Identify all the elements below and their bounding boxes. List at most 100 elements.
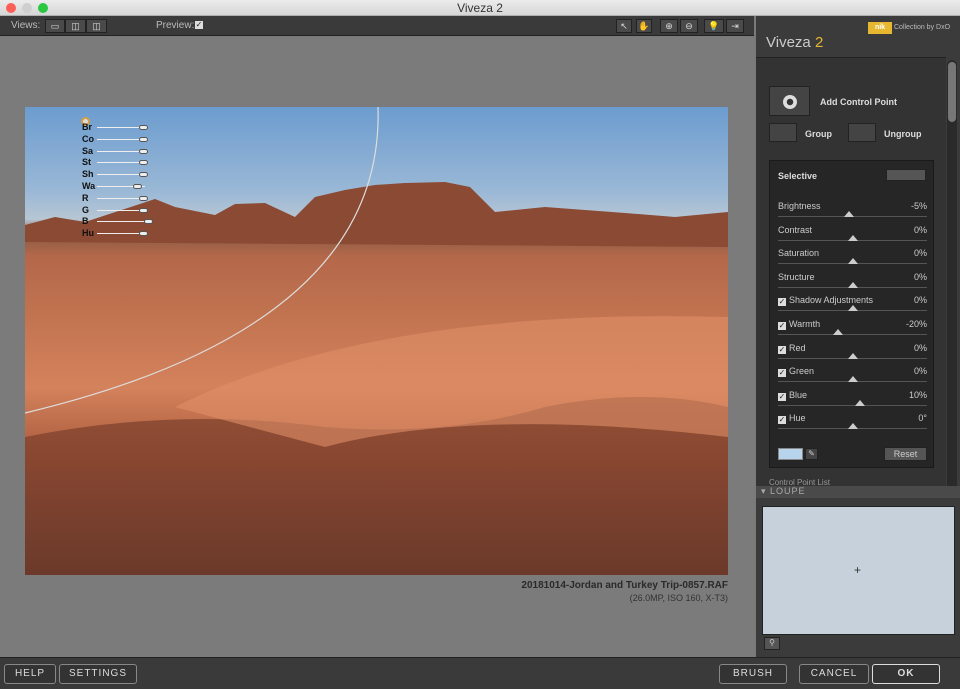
- photo-preview[interactable]: Br Co Sa St Sh Wa R G B Hu: [25, 107, 728, 575]
- slider-thumb[interactable]: [847, 305, 858, 312]
- overlay-slider-knob[interactable]: [144, 219, 153, 225]
- hand-tool-icon[interactable]: ✋: [636, 19, 652, 33]
- slider-checkbox[interactable]: ✓: [778, 416, 786, 425]
- slider-hue[interactable]: ✓ Hue 0°: [778, 411, 927, 435]
- slider-track[interactable]: [778, 334, 927, 335]
- slider-checkbox[interactable]: ✓: [778, 345, 786, 354]
- overlay-slider-knob[interactable]: [139, 125, 148, 130]
- zoom-in-icon[interactable]: ⊕: [660, 19, 678, 33]
- slider-thumb[interactable]: [847, 234, 858, 241]
- overlay-label: Sh: [82, 169, 94, 180]
- overlay-slider-track[interactable]: [97, 221, 145, 223]
- slider-checkbox[interactable]: ✓: [778, 322, 786, 330]
- slider-thumb[interactable]: [847, 376, 858, 383]
- slider-label-text: Structure: [778, 271, 815, 282]
- slider-warmth[interactable]: ✓ Warmth -20%: [778, 317, 927, 341]
- overlay-slider-track[interactable]: [97, 174, 145, 176]
- overlay-slider-knob[interactable]: [139, 195, 148, 201]
- reset-button[interactable]: Reset: [884, 447, 927, 461]
- background-color-icon[interactable]: 💡: [704, 19, 724, 33]
- window-title: Viveza 2: [457, 1, 503, 15]
- single-view-button[interactable]: ▭: [45, 19, 65, 33]
- zoom-out-icon[interactable]: ⊖: [680, 19, 698, 33]
- help-button[interactable]: HELP: [4, 664, 56, 684]
- overlay-slider-knob[interactable]: [133, 184, 142, 189]
- slider-label-text: Hue: [789, 413, 806, 424]
- brand-text: Collection by DxO: [894, 24, 951, 31]
- sidebar-scrollbar[interactable]: [947, 60, 957, 490]
- slider-brightness[interactable]: Brightness -5%: [778, 199, 927, 223]
- scrollbar-thumb[interactable]: [948, 62, 956, 122]
- overlay-slider-track[interactable]: [97, 209, 145, 211]
- slider-label: Contrast: [778, 225, 812, 235]
- slider-thumb[interactable]: [847, 423, 858, 430]
- preview-label: Preview:: [156, 20, 195, 31]
- slider-thumb[interactable]: [855, 399, 865, 406]
- overlay-label: Co: [82, 133, 94, 144]
- overlay-slider-track[interactable]: [97, 150, 145, 152]
- overlay-slider-knob[interactable]: [139, 136, 148, 142]
- slider-track[interactable]: [778, 404, 927, 406]
- overlay-slider-knob[interactable]: [139, 231, 148, 237]
- fit-screen-icon[interactable]: ⇥: [726, 19, 744, 33]
- slider-shadow-adjustments[interactable]: ✓ Shadow Adjustments 0%: [778, 293, 927, 317]
- slider-thumb[interactable]: [832, 329, 843, 335]
- slider-blue[interactable]: ✓ Blue 10%: [778, 388, 927, 412]
- slider-checkbox[interactable]: ✓: [778, 392, 786, 401]
- slider-contrast[interactable]: Contrast 0%: [778, 223, 927, 247]
- overlay-slider-track[interactable]: [97, 138, 145, 140]
- settings-button[interactable]: SETTINGS: [59, 664, 137, 684]
- slider-value: 0%: [913, 224, 927, 235]
- ungroup-button[interactable]: [848, 123, 876, 142]
- control-point-list-header[interactable]: Control Point List: [769, 478, 830, 485]
- product-name: Viveza: [766, 34, 811, 51]
- ungroup-label: Ungroup: [884, 129, 922, 139]
- slider-label: ✓ Warmth: [778, 319, 820, 330]
- copy-paste-buttons[interactable]: [886, 169, 926, 181]
- slider-value: 0°: [918, 413, 927, 424]
- slider-saturation[interactable]: Saturation 0%: [778, 246, 927, 270]
- overlay-slider-track[interactable]: [97, 162, 145, 164]
- title-bar: Viveza 2: [0, 0, 960, 16]
- brush-button[interactable]: BRUSH: [719, 664, 787, 684]
- slider-checkbox[interactable]: ✓: [778, 298, 786, 307]
- overlay-slider-knob[interactable]: [139, 207, 148, 213]
- group-button[interactable]: [769, 123, 797, 142]
- group-label: Group: [805, 129, 832, 139]
- slider-thumb[interactable]: [847, 258, 858, 265]
- overlay-slider-knob[interactable]: [139, 172, 148, 178]
- image-canvas[interactable]: Br Co Sa St Sh Wa R G B Hu 20181014-Jordan and Tu…: [0, 37, 754, 657]
- slider-thumb[interactable]: [847, 281, 858, 288]
- minimize-button[interactable]: [22, 3, 32, 13]
- cancel-button[interactable]: CANCEL: [799, 664, 869, 684]
- slider-green[interactable]: ✓ Green 0%: [778, 364, 927, 388]
- zoom-button[interactable]: [38, 3, 48, 13]
- eyedropper-icon[interactable]: ✎: [805, 448, 818, 460]
- slider-thumb[interactable]: [847, 352, 858, 359]
- slider-structure[interactable]: Structure 0%: [778, 270, 927, 294]
- slider-value: 0%: [913, 248, 927, 259]
- add-control-point-button[interactable]: [769, 86, 810, 116]
- slider-checkbox[interactable]: ✓: [778, 369, 786, 378]
- preview-checkbox[interactable]: ✓: [195, 21, 203, 29]
- select-tool-icon[interactable]: ↖: [616, 19, 632, 33]
- slider-red[interactable]: ✓ Red 0%: [778, 341, 927, 365]
- slider-label-text: Saturation: [778, 248, 820, 259]
- close-button[interactable]: [6, 3, 16, 13]
- split-view-button[interactable]: ◫: [65, 19, 86, 33]
- slider-value: 0%: [913, 271, 927, 282]
- overlay-slider-track[interactable]: [97, 197, 145, 199]
- control-point-icon: [782, 95, 797, 109]
- side-by-side-view-button[interactable]: ◫: [86, 19, 107, 33]
- loupe-header[interactable]: ▾ LOUPE: [756, 486, 960, 498]
- ok-button[interactable]: OK: [872, 664, 940, 684]
- overlay-slider-track[interactable]: [97, 127, 145, 128]
- overlay-slider-track[interactable]: [97, 233, 145, 235]
- overlay-slider-knob[interactable]: [139, 160, 148, 166]
- overlay-slider-knob[interactable]: [139, 148, 148, 154]
- color-swatch[interactable]: [778, 448, 803, 460]
- loupe-pin-icon[interactable]: ⚲: [764, 637, 780, 650]
- slider-thumb[interactable]: [843, 211, 854, 217]
- overlay-label: St: [82, 157, 91, 168]
- slider-label: ✓ Shadow Adjustments: [778, 295, 873, 307]
